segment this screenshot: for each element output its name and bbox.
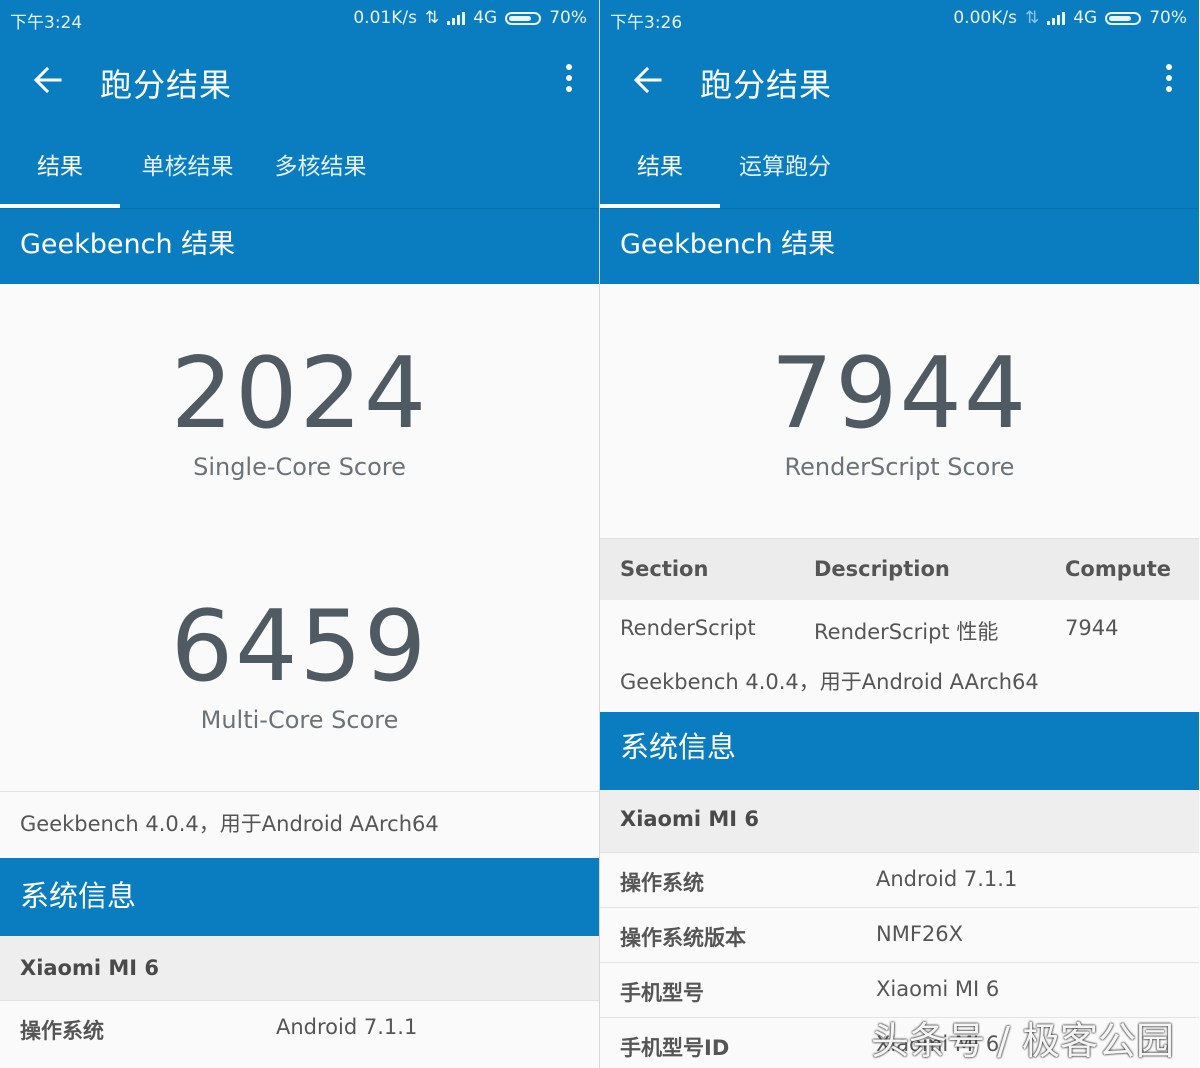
battery-level: 70% bbox=[549, 8, 587, 28]
app-bar: 跑分结果 bbox=[600, 36, 1199, 128]
info-key: 操作系统 bbox=[620, 871, 704, 895]
info-row-os: 操作系统 Android 7.1.1 bbox=[0, 1000, 599, 1054]
cell-section: RenderScript bbox=[620, 616, 756, 640]
version-line: Geekbench 4.0.4，用于Android AArch64 bbox=[0, 791, 599, 857]
device-name: Xiaomi MI 6 bbox=[600, 790, 1199, 852]
multi-core-score: 6459 bbox=[170, 590, 429, 704]
back-arrow-icon[interactable] bbox=[628, 60, 668, 100]
info-key: 手机型号ID bbox=[620, 1036, 730, 1060]
column-compute: Compute bbox=[1065, 557, 1171, 581]
device-name: Xiaomi MI 6 bbox=[0, 936, 599, 1000]
data-transfer-icon: ⇅ bbox=[424, 8, 440, 28]
status-time: 下午3:24 bbox=[10, 13, 83, 33]
tab-bar: 结果 单核结果 多核结果 bbox=[0, 128, 599, 208]
network-speed: 0.01K/s bbox=[353, 8, 417, 28]
version-line: Geekbench 4.0.4，用于Android AArch64 bbox=[600, 656, 1199, 712]
info-value: Android 7.1.1 bbox=[276, 1015, 418, 1039]
status-bar: 下午3:26 0.00K/s ⇅ 4G 70% bbox=[600, 0, 1199, 36]
section-header-system-info: 系统信息 bbox=[0, 858, 599, 936]
tab-single-core[interactable]: 单核结果 bbox=[125, 128, 250, 208]
info-key: 操作系统版本 bbox=[620, 926, 746, 950]
battery-level: 70% bbox=[1149, 8, 1187, 28]
left-screen: 下午3:24 0.01K/s ⇅ 4G 70% 跑分结果 结果 单核结果 多核结… bbox=[0, 0, 599, 1068]
battery-icon bbox=[1105, 11, 1142, 25]
data-transfer-icon: ⇅ bbox=[1024, 8, 1040, 28]
back-arrow-icon[interactable] bbox=[28, 60, 68, 100]
info-key: 操作系统 bbox=[20, 1019, 104, 1043]
watermark-text: 头条号 / 极客公园 bbox=[871, 1019, 1174, 1063]
signal-icon bbox=[1047, 11, 1066, 25]
tab-bar: 结果 运算跑分 bbox=[600, 128, 1199, 208]
more-options-icon[interactable] bbox=[1165, 64, 1173, 96]
column-description: Description bbox=[814, 557, 950, 581]
renderscript-label: RenderScript Score bbox=[784, 453, 1015, 481]
network-type: 4G bbox=[473, 8, 498, 28]
table-row: RenderScript RenderScript 性能 7944 bbox=[600, 600, 1199, 657]
info-row-os: 操作系统 Android 7.1.1 bbox=[600, 852, 1199, 906]
cell-compute: 7944 bbox=[1065, 616, 1119, 640]
signal-icon bbox=[447, 11, 466, 25]
multi-core-label: Multi-Core Score bbox=[200, 706, 399, 734]
page-title: 跑分结果 bbox=[100, 66, 233, 104]
multi-core-score-block: 6459 Multi-Core Score bbox=[0, 598, 599, 734]
tab-multi-core[interactable]: 多核结果 bbox=[258, 128, 383, 208]
renderscript-score: 7944 bbox=[770, 337, 1029, 451]
table-header: Section Description Compute bbox=[600, 538, 1199, 601]
section-header-geekbench: Geekbench 结果 bbox=[0, 208, 599, 284]
single-core-label: Single-Core Score bbox=[193, 453, 406, 481]
section-header-geekbench: Geekbench 结果 bbox=[600, 208, 1199, 284]
single-core-score-block: 2024 Single-Core Score bbox=[0, 345, 599, 481]
info-key: 手机型号 bbox=[620, 981, 704, 1005]
info-value: Xiaomi MI 6 bbox=[876, 977, 1000, 1001]
more-options-icon[interactable] bbox=[565, 64, 573, 96]
network-type: 4G bbox=[1073, 8, 1098, 28]
info-value: NMF26X bbox=[876, 922, 964, 946]
page-title: 跑分结果 bbox=[700, 66, 833, 104]
network-speed: 0.00K/s bbox=[953, 8, 1017, 28]
info-row-os-version: 操作系统版本 NMF26X bbox=[600, 907, 1199, 961]
battery-icon bbox=[505, 11, 542, 25]
single-core-score: 2024 bbox=[170, 337, 429, 451]
right-screen: 下午3:26 0.00K/s ⇅ 4G 70% 跑分结果 结果 运算跑分 Gee… bbox=[600, 0, 1199, 1068]
status-time: 下午3:26 bbox=[610, 13, 683, 33]
tab-results[interactable]: 结果 bbox=[600, 128, 720, 208]
compute-score-block: 7944 RenderScript Score bbox=[600, 345, 1199, 481]
info-row-model: 手机型号 Xiaomi MI 6 bbox=[600, 962, 1199, 1016]
status-bar: 下午3:24 0.01K/s ⇅ 4G 70% bbox=[0, 0, 599, 36]
app-bar: 跑分结果 bbox=[0, 36, 599, 128]
cell-description: RenderScript 性能 bbox=[814, 620, 999, 644]
tab-results[interactable]: 结果 bbox=[0, 128, 120, 208]
info-value: Android 7.1.1 bbox=[876, 867, 1018, 891]
tab-compute[interactable]: 运算跑分 bbox=[725, 128, 845, 208]
section-header-system-info: 系统信息 bbox=[600, 712, 1199, 790]
column-section: Section bbox=[620, 557, 709, 581]
